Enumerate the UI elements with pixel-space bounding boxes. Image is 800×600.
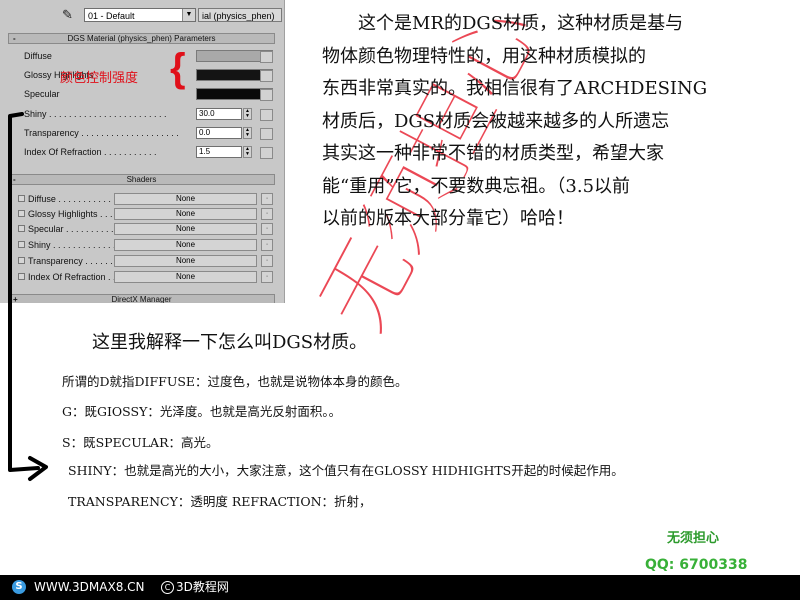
footer-bar: S WWW.3DMAX8.CN C 3D教程网 (0, 575, 800, 600)
signature-name: 无须担心 (667, 531, 720, 546)
copyright-icon: C (161, 581, 174, 594)
footer-url[interactable]: WWW.3DMAX8.CN (34, 575, 145, 600)
site-logo-icon: S (12, 580, 26, 594)
footer-site-name: 3D教程网 (176, 580, 229, 594)
arrow-annotation (8, 112, 48, 481)
signature-qq: QQ: 6700338 (645, 557, 748, 573)
